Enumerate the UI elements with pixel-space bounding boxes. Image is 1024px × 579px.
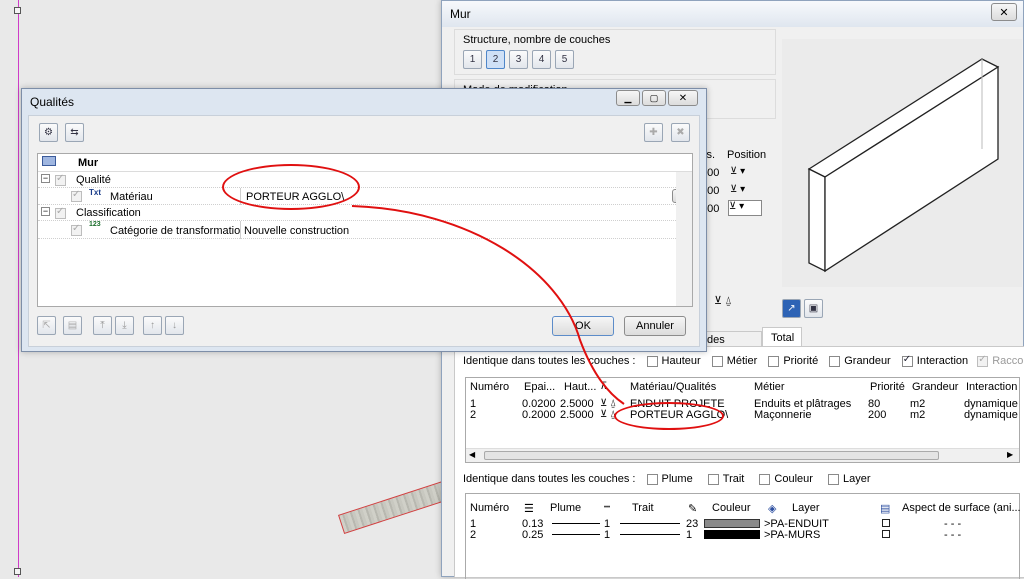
annotation-arrow <box>351 205 625 405</box>
